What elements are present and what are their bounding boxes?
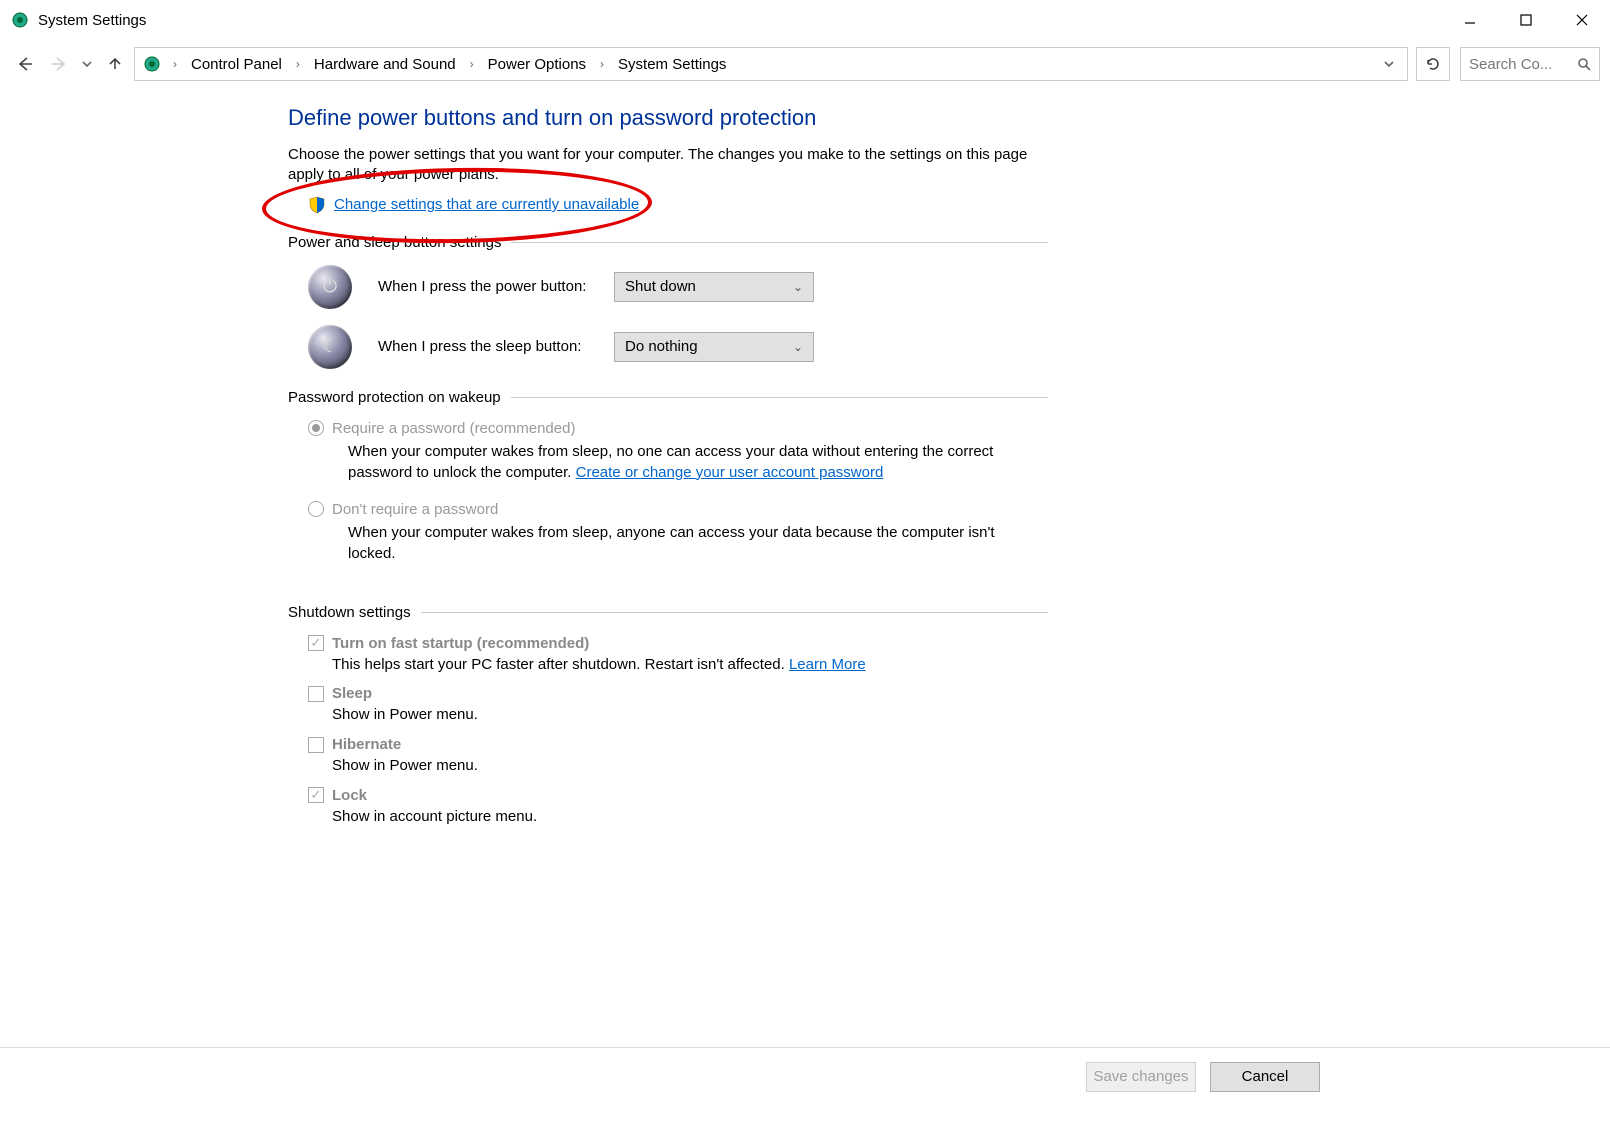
title-bar: System Settings xyxy=(0,0,1610,40)
change-settings-link-text: Change settings that are currently unava… xyxy=(334,196,639,213)
fast-startup-checkbox: ✓ Turn on fast startup (recommended) xyxy=(308,635,1048,652)
lock-checkbox: ✓ Lock xyxy=(308,787,1048,804)
refresh-button[interactable] xyxy=(1416,47,1450,81)
chevron-down-icon: ⌄ xyxy=(793,280,803,294)
recent-dropdown[interactable] xyxy=(78,49,96,79)
breadcrumb-item[interactable]: Power Options xyxy=(484,56,590,73)
checkbox-icon: ✓ xyxy=(308,635,324,651)
breadcrumb-item[interactable]: System Settings xyxy=(614,56,730,73)
breadcrumb-icon xyxy=(141,53,163,75)
app-icon xyxy=(10,10,30,30)
section-shutdown-header: Shutdown settings xyxy=(288,604,1048,621)
require-password-radio: Require a password (recommended) xyxy=(308,420,1048,437)
search-placeholder: Search Co... xyxy=(1469,56,1552,73)
maximize-button[interactable] xyxy=(1498,1,1554,39)
no-password-radio: Don't require a password xyxy=(308,501,1048,518)
breadcrumb-item[interactable]: Hardware and Sound xyxy=(310,56,460,73)
lock-desc: Show in account picture menu. xyxy=(332,806,1048,828)
save-changes-button: Save changes xyxy=(1086,1062,1196,1092)
window-controls xyxy=(1442,1,1610,39)
power-button-label: When I press the power button: xyxy=(378,278,588,295)
close-button[interactable] xyxy=(1554,1,1610,39)
no-password-desc: When your computer wakes from sleep, any… xyxy=(348,522,1038,564)
radio-icon xyxy=(308,501,324,517)
chevron-down-icon[interactable] xyxy=(1383,58,1395,70)
learn-more-link[interactable]: Learn More xyxy=(789,656,866,673)
account-password-link[interactable]: Create or change your user account passw… xyxy=(576,464,884,481)
sleep-button-dropdown[interactable]: Do nothing⌄ xyxy=(614,332,814,362)
search-icon xyxy=(1577,57,1591,71)
section-power-sleep-header: Power and sleep button settings xyxy=(288,234,1048,251)
forward-button[interactable] xyxy=(44,49,74,79)
hibernate-checkbox: Hibernate xyxy=(308,736,1048,753)
chevron-right-icon: › xyxy=(594,57,610,71)
fast-startup-desc: This helps start your PC faster after sh… xyxy=(332,654,1048,676)
power-button-dropdown[interactable]: Shut down⌄ xyxy=(614,272,814,302)
up-button[interactable] xyxy=(100,49,130,79)
require-password-desc: When your computer wakes from sleep, no … xyxy=(348,441,1038,483)
nav-bar: › Control Panel › Hardware and Sound › P… xyxy=(10,44,1600,84)
sleep-checkbox: Sleep xyxy=(308,685,1048,702)
chevron-right-icon: › xyxy=(290,57,306,71)
content-pane: Define power buttons and turn on passwor… xyxy=(288,105,1048,838)
chevron-down-icon: ⌄ xyxy=(793,340,803,354)
page-title: Define power buttons and turn on passwor… xyxy=(288,105,1048,131)
breadcrumb[interactable]: › Control Panel › Hardware and Sound › P… xyxy=(134,47,1408,81)
section-password-header: Password protection on wakeup xyxy=(288,389,1048,406)
power-icon: ⏻ xyxy=(308,265,352,309)
footer: Save changes Cancel xyxy=(0,1047,1610,1105)
sleep-desc: Show in Power menu. xyxy=(332,704,1048,726)
sleep-button-label: When I press the sleep button: xyxy=(378,338,588,355)
search-input[interactable]: Search Co... xyxy=(1460,47,1600,81)
hibernate-desc: Show in Power menu. xyxy=(332,755,1048,777)
radio-icon xyxy=(308,420,324,436)
sleep-icon: ☾ xyxy=(308,325,352,369)
change-settings-link[interactable]: Change settings that are currently unava… xyxy=(308,196,1048,214)
back-button[interactable] xyxy=(10,49,40,79)
shield-icon xyxy=(308,196,326,214)
breadcrumb-item[interactable]: Control Panel xyxy=(187,56,286,73)
checkbox-icon xyxy=(308,737,324,753)
checkbox-icon xyxy=(308,686,324,702)
window-title: System Settings xyxy=(38,12,146,29)
checkbox-icon: ✓ xyxy=(308,787,324,803)
chevron-right-icon: › xyxy=(464,57,480,71)
chevron-right-icon: › xyxy=(167,57,183,71)
cancel-button[interactable]: Cancel xyxy=(1210,1062,1320,1092)
minimize-button[interactable] xyxy=(1442,1,1498,39)
intro-text: Choose the power settings that you want … xyxy=(288,145,1028,186)
